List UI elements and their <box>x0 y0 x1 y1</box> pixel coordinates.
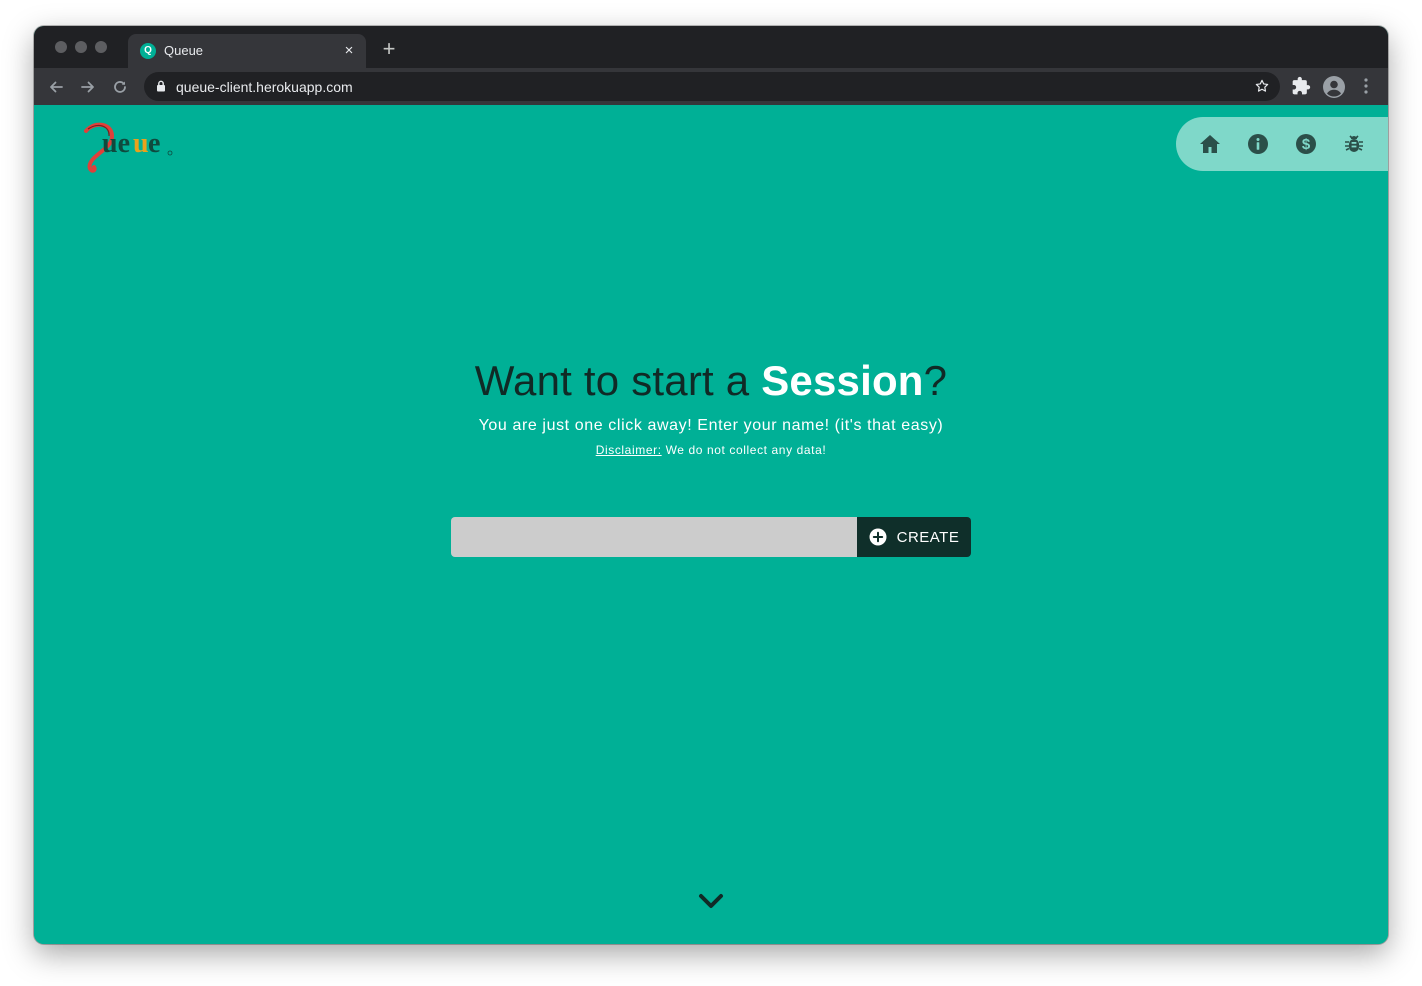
tab-strip: Q Queue × + <box>34 26 1388 68</box>
back-button[interactable] <box>45 76 67 98</box>
profile-avatar-icon[interactable] <box>1322 75 1346 99</box>
browser-toolbar: queue-client.herokuapp.com <box>34 68 1388 105</box>
window-controls <box>55 41 107 53</box>
dollar-icon: $ <box>1296 134 1316 154</box>
hero-section: Want to start a Session? You are just on… <box>34 357 1388 457</box>
reload-icon <box>114 81 126 93</box>
nav-donate[interactable]: $ <box>1294 132 1318 156</box>
bookmark-star-icon[interactable] <box>1254 78 1270 94</box>
tab-title: Queue <box>164 43 204 58</box>
disclaimer-text: We do not collect any data! <box>661 443 827 457</box>
extensions-icon[interactable] <box>1291 76 1311 96</box>
home-icon <box>1200 135 1220 153</box>
plus-circle-icon <box>869 528 887 546</box>
new-tab-button[interactable]: + <box>378 38 400 60</box>
arrow-left-icon <box>50 81 63 93</box>
close-window-button[interactable] <box>55 41 67 53</box>
favicon-icon: Q <box>140 43 156 59</box>
info-icon <box>1248 134 1268 154</box>
chevron-down-icon <box>699 894 723 908</box>
browser-window: Q Queue × + queue-client.herokuapp.com u… <box>34 26 1388 944</box>
queue-logo[interactable]: ue u e <box>72 117 182 175</box>
more-menu-icon[interactable] <box>1360 76 1372 96</box>
name-input[interactable] <box>451 517 857 557</box>
reload-button[interactable] <box>109 76 131 98</box>
disclaimer-label: Disclaimer: <box>595 443 662 457</box>
minimize-window-button[interactable] <box>75 41 87 53</box>
browser-tab[interactable]: Q Queue × <box>128 34 366 68</box>
create-button-label: CREATE <box>896 528 960 546</box>
zoom-window-button[interactable] <box>95 41 107 53</box>
disclaimer: Disclaimer: We do not collect any data! <box>34 443 1388 457</box>
subtitle: You are just one click away! Enter your … <box>478 417 944 434</box>
create-button[interactable]: CREATE <box>857 517 971 557</box>
bug-icon <box>1345 135 1363 152</box>
svg-text:ue: ue <box>102 128 130 159</box>
lock-icon <box>157 80 165 92</box>
nav-home[interactable] <box>1198 132 1222 156</box>
svg-text:$: $ <box>1302 136 1311 153</box>
page-content: ue u e $ Want to start a Session? You ar… <box>34 105 1388 944</box>
nav-bug-report[interactable] <box>1342 132 1366 156</box>
nav-info[interactable] <box>1246 132 1270 156</box>
scroll-down-button[interactable] <box>696 890 726 912</box>
arrow-right-icon <box>81 81 94 93</box>
close-tab-icon[interactable]: × <box>340 42 358 60</box>
svg-text:u: u <box>133 128 149 159</box>
page-title: Want to start a Session? <box>474 357 948 404</box>
svg-text:e: e <box>148 128 160 159</box>
top-nav: $ <box>1176 117 1388 171</box>
url-text: queue-client.herokuapp.com <box>176 79 353 95</box>
forward-button[interactable] <box>77 76 99 98</box>
address-bar[interactable]: queue-client.herokuapp.com <box>144 72 1280 101</box>
create-session-form: CREATE <box>451 517 971 557</box>
